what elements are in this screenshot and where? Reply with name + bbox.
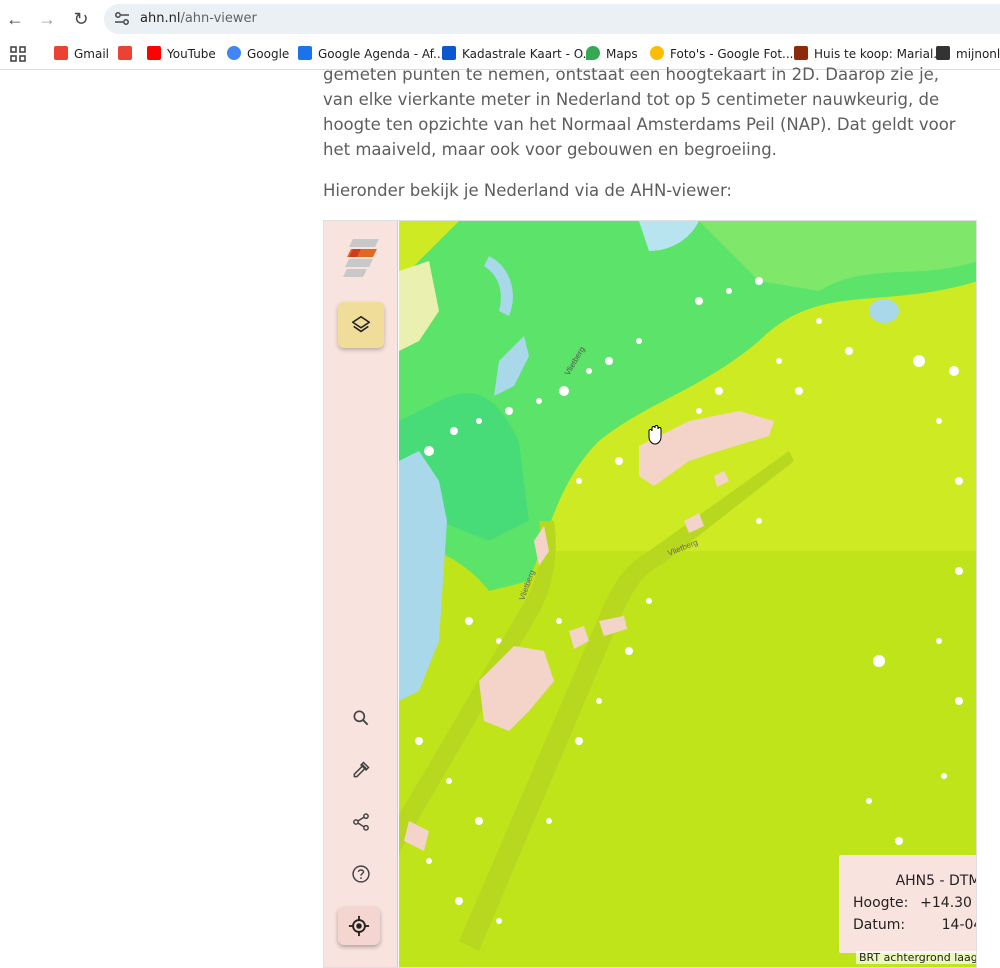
viewer-toolbar — [324, 221, 398, 967]
bookmark-label: Gmail — [74, 47, 110, 61]
bookmark-huis-te-koop[interactable]: Huis te koop: Marial... — [794, 44, 945, 64]
gmail-icon — [118, 46, 132, 60]
height-info-panel: AHN5 - DTM Hoogte: +14.30 m NAP Datum: 1… — [839, 855, 977, 953]
search-button[interactable] — [348, 705, 374, 731]
photos-pinwheel-icon — [650, 46, 664, 60]
bookmark-kadastrale-kaart[interactable]: Kadastrale Kaart - O... — [442, 44, 594, 64]
intro-paragraph: gemeten punten te nemen, ontstaat een ho… — [323, 65, 956, 159]
elevation-map[interactable]: Vlietberg Vlietberg Vlietberg AHN5 - DTM… — [399, 221, 977, 967]
youtube-icon — [147, 46, 161, 60]
bookmark-mijnonline[interactable]: mijnonli — [936, 44, 1000, 64]
map-attribution[interactable]: BRT achtergrond laag — [856, 951, 976, 964]
measure-button[interactable] — [348, 757, 374, 783]
viewer-intro-paragraph: Hieronder bekijk je Nederland via de AHN… — [323, 181, 732, 200]
bookmark-label: YouTube — [167, 47, 216, 61]
address-bar[interactable]: ahn.nl/ahn-viewer — [104, 4, 1000, 34]
apps-grid-icon[interactable] — [10, 46, 26, 62]
share-icon — [353, 813, 369, 831]
bookmark-gmail[interactable]: Gmail — [54, 44, 109, 64]
bookmark-label: mijnonli — [956, 47, 1000, 61]
bookmark-maps[interactable]: Maps — [586, 44, 638, 64]
funda-house-icon — [794, 46, 808, 60]
bookmark-google[interactable]: Google — [227, 44, 289, 64]
info-title: AHN5 - DTM — [895, 873, 977, 889]
forward-arrow-icon[interactable]: → — [36, 8, 58, 30]
help-icon — [352, 865, 370, 883]
mijnonline-icon — [936, 46, 950, 60]
kadaster-icon — [442, 46, 456, 60]
gmail-icon — [54, 46, 68, 60]
height-value: +14.30 m NAP — [920, 895, 976, 911]
url-host: ahn.nl — [140, 11, 181, 26]
bookmark-label: Google Agenda - Af... — [318, 47, 445, 61]
bookmark-google-photos[interactable]: Foto's - Google Fot... — [650, 44, 793, 64]
date-value: 14-04-2024 — [941, 917, 976, 933]
layers-button[interactable] — [338, 302, 384, 348]
back-arrow-icon[interactable]: ← — [4, 8, 26, 30]
pipette-icon — [353, 761, 370, 778]
article-body: gemeten punten te nemen, ontstaat een ho… — [323, 62, 973, 219]
site-settings-icon[interactable] — [114, 11, 130, 27]
height-label: Hoogte: — [853, 895, 909, 911]
search-icon — [353, 710, 369, 726]
url-path: /ahn-viewer — [180, 11, 257, 26]
browser-toolbar: ← → ↻ ahn.nl/ahn-viewer — [0, 0, 1000, 38]
google-icon — [227, 46, 241, 60]
bookmark-label: Google — [247, 47, 290, 61]
layers-icon — [351, 315, 371, 333]
bookmark-label: Kadastrale Kaart - O... — [462, 47, 595, 61]
reload-icon[interactable]: ↻ — [70, 8, 92, 30]
bookmark-youtube[interactable]: YouTube — [147, 44, 216, 64]
bookmark-label: Maps — [606, 47, 638, 61]
maps-pin-icon — [586, 46, 600, 60]
locate-button[interactable] — [338, 907, 380, 945]
url-text: ahn.nl/ahn-viewer — [140, 11, 257, 26]
ahn-viewer: Vlietberg Vlietberg Vlietberg AHN5 - DTM… — [323, 220, 977, 968]
bookmark-label: Foto's - Google Fot... — [670, 47, 794, 61]
bookmark-google-agenda[interactable]: Google Agenda - Af... — [298, 44, 444, 64]
share-button[interactable] — [348, 809, 374, 835]
calendar-icon — [298, 46, 312, 60]
bookmark-label: Huis te koop: Marial... — [814, 47, 945, 61]
help-button[interactable] — [348, 861, 374, 887]
date-label: Datum: — [853, 917, 906, 933]
crosshair-icon — [348, 915, 370, 937]
bookmark-gmail-2[interactable] — [118, 44, 138, 64]
ahn-logo-icon[interactable] — [339, 237, 383, 279]
